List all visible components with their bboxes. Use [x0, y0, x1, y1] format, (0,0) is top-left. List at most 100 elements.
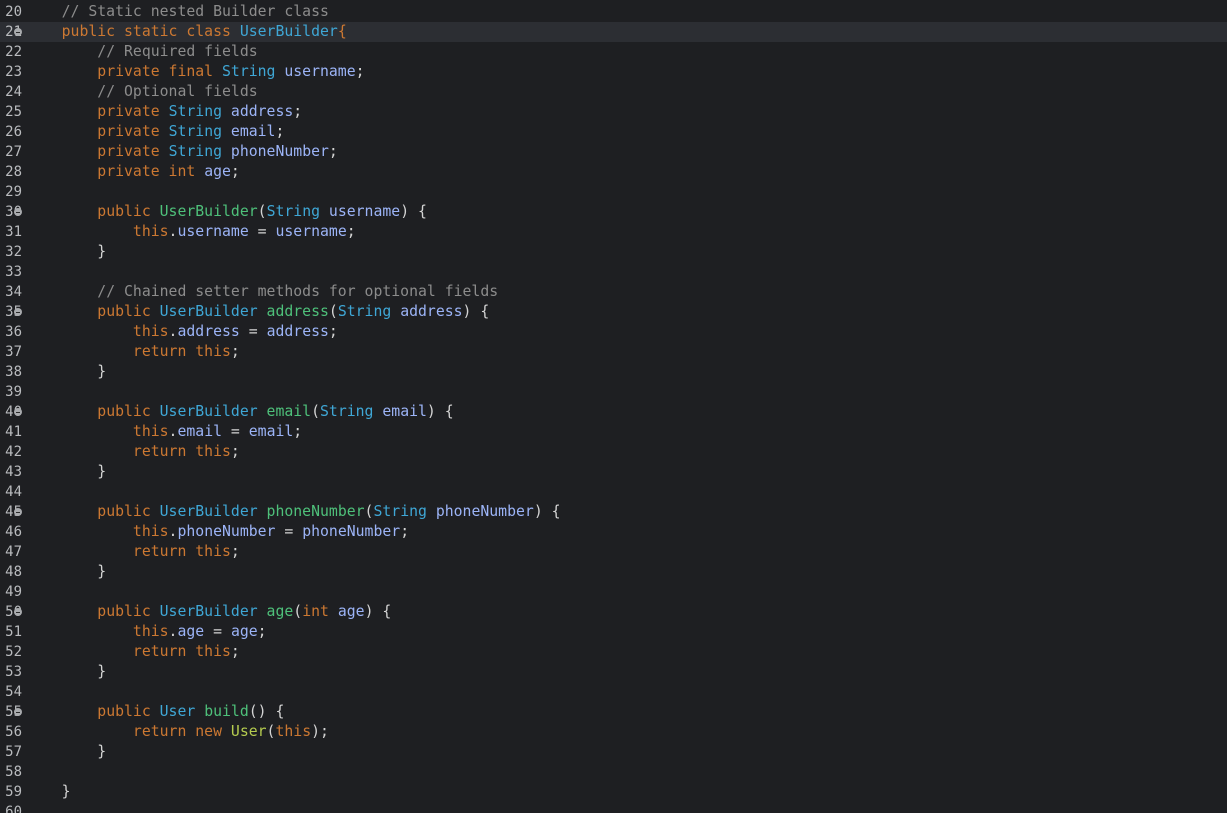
code-token: UserBuilder: [159, 403, 267, 420]
fold-collapse-icon[interactable]: [14, 608, 22, 616]
code-token: }: [26, 563, 107, 580]
code-token: ;: [257, 623, 267, 640]
code-text: return this;: [26, 542, 240, 562]
code-line[interactable]: 59 }: [0, 782, 1227, 802]
code-token: email: [382, 403, 427, 420]
code-token: phoneNumber: [302, 523, 401, 540]
code-line[interactable]: 41 this.email = email;: [0, 422, 1227, 442]
fold-collapse-icon[interactable]: [14, 308, 22, 316]
code-line[interactable]: 57 }: [0, 742, 1227, 762]
code-token: UserBuilder: [159, 203, 258, 220]
code-line[interactable]: 29: [0, 182, 1227, 202]
code-line[interactable]: 33: [0, 262, 1227, 282]
code-line[interactable]: 22 // Required fields: [0, 42, 1227, 62]
code-line[interactable]: 53 }: [0, 662, 1227, 682]
code-line[interactable]: 23 private final String username;: [0, 62, 1227, 82]
code-line[interactable]: 47 return this;: [0, 542, 1227, 562]
code-token: }: [26, 363, 107, 380]
line-number: 31: [5, 224, 22, 240]
code-token: ) {: [400, 203, 427, 220]
code-line[interactable]: 25 private String address;: [0, 102, 1227, 122]
code-line[interactable]: 46 this.phoneNumber = phoneNumber;: [0, 522, 1227, 542]
code-token: =: [248, 223, 276, 240]
code-token: public: [97, 503, 160, 520]
code-line[interactable]: 34 // Chained setter methods for optiona…: [0, 282, 1227, 302]
code-line[interactable]: 43 }: [0, 462, 1227, 482]
code-token: age: [230, 623, 258, 640]
code-line[interactable]: 40 public UserBuilder email(String email…: [0, 402, 1227, 422]
code-text: }: [26, 242, 106, 262]
line-number: 20: [5, 4, 22, 20]
code-line[interactable]: 50 public UserBuilder age(int age) {: [0, 602, 1227, 622]
code-text: public UserBuilder address(String addres…: [26, 302, 489, 322]
code-line[interactable]: 39: [0, 382, 1227, 402]
line-number: 22: [5, 44, 22, 60]
code-text: return this;: [26, 342, 240, 362]
code-token: UserBuilder: [159, 603, 267, 620]
line-number: 51: [5, 624, 22, 640]
code-token: this: [132, 223, 169, 240]
code-line[interactable]: 48 }: [0, 562, 1227, 582]
code-line[interactable]: 20 // Static nested Builder class: [0, 2, 1227, 22]
code-line[interactable]: 42 return this;: [0, 442, 1227, 462]
fold-collapse-icon[interactable]: [14, 708, 22, 716]
code-editor[interactable]: 20 // Static nested Builder class21 publ…: [0, 0, 1227, 813]
code-line[interactable]: 32 }: [0, 242, 1227, 262]
code-token: ;: [328, 143, 338, 160]
code-token: ;: [355, 63, 365, 80]
fold-collapse-icon[interactable]: [14, 408, 22, 416]
code-token: String: [168, 143, 231, 160]
line-number: 36: [5, 324, 22, 340]
code-token: String: [373, 503, 436, 520]
code-line[interactable]: 38 }: [0, 362, 1227, 382]
line-number: 44: [5, 484, 22, 500]
code-lines: 20 // Static nested Builder class21 publ…: [0, 2, 1227, 813]
code-text: public UserBuilder email(String email) {: [26, 402, 453, 422]
code-line[interactable]: 44: [0, 482, 1227, 502]
code-token: this: [275, 723, 312, 740]
code-line[interactable]: 58: [0, 762, 1227, 782]
code-line[interactable]: 30 public UserBuilder(String username) {: [0, 202, 1227, 222]
line-number: 26: [5, 124, 22, 140]
code-text: private String email;: [26, 122, 284, 142]
code-line[interactable]: 36 this.address = address;: [0, 322, 1227, 342]
line-number: 42: [5, 444, 22, 460]
code-token: String: [266, 203, 329, 220]
code-line[interactable]: 31 this.username = username;: [0, 222, 1227, 242]
code-token: }: [26, 783, 71, 800]
code-line[interactable]: 52 return this;: [0, 642, 1227, 662]
code-token: public: [97, 403, 160, 420]
code-token: return this: [132, 443, 231, 460]
code-text: public UserBuilder(String username) {: [26, 202, 427, 222]
code-line[interactable]: 27 private String phoneNumber;: [0, 142, 1227, 162]
code-line[interactable]: 54: [0, 682, 1227, 702]
code-line[interactable]: 28 private int age;: [0, 162, 1227, 182]
code-text: public UserBuilder phoneNumber(String ph…: [26, 502, 560, 522]
fold-collapse-icon[interactable]: [14, 28, 22, 36]
code-token: =: [239, 323, 267, 340]
code-line[interactable]: 56 return new User(this);: [0, 722, 1227, 742]
fold-collapse-icon[interactable]: [14, 208, 22, 216]
code-text: }: [26, 462, 106, 482]
code-line[interactable]: 49: [0, 582, 1227, 602]
code-line[interactable]: 55 public User build() {: [0, 702, 1227, 722]
code-token: email: [248, 423, 294, 440]
code-line[interactable]: 37 return this;: [0, 342, 1227, 362]
code-line[interactable]: 26 private String email;: [0, 122, 1227, 142]
code-token: String: [222, 63, 285, 80]
code-line[interactable]: 24 // Optional fields: [0, 82, 1227, 102]
code-token: ;: [293, 103, 303, 120]
code-line[interactable]: 35 public UserBuilder address(String add…: [0, 302, 1227, 322]
code-line[interactable]: 51 this.age = age;: [0, 622, 1227, 642]
code-line[interactable]: 21 public static class UserBuilder{: [0, 22, 1227, 42]
fold-collapse-icon[interactable]: [14, 508, 22, 516]
code-line[interactable]: 60: [0, 802, 1227, 813]
code-line[interactable]: 45 public UserBuilder phoneNumber(String…: [0, 502, 1227, 522]
code-token: ;: [346, 223, 356, 240]
